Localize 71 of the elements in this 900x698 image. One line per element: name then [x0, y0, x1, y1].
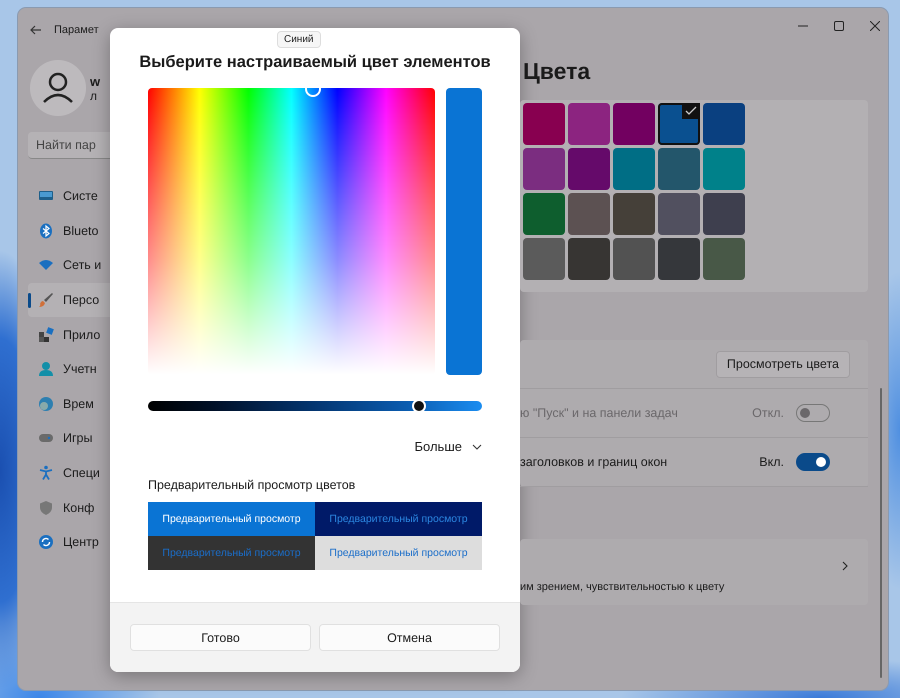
color-swatch[interactable] — [703, 148, 745, 190]
color-swatch[interactable] — [658, 193, 700, 235]
preview-tile: Предварительный просмотр — [315, 536, 482, 570]
sidebar-item[interactable]: Сеть и — [28, 248, 110, 283]
color-swatch[interactable] — [613, 148, 655, 190]
preview-tile: Предварительный просмотр — [315, 502, 482, 536]
color-swatch[interactable] — [568, 103, 610, 145]
sidebar-item[interactable]: Персо — [28, 282, 110, 318]
sidebar-item[interactable]: Прило — [28, 317, 110, 352]
color-swatch[interactable] — [613, 238, 655, 280]
preview-tile: Предварительный просмотр — [148, 536, 315, 570]
setting-label: ю "Пуск" и на панели задач — [520, 406, 679, 420]
close-icon[interactable] — [870, 21, 880, 31]
window-title: Парамет — [54, 24, 99, 36]
color-swatch[interactable] — [703, 238, 745, 280]
color-swatch[interactable] — [568, 238, 610, 280]
maximize-icon[interactable] — [834, 21, 844, 31]
chevron-down-icon — [472, 444, 482, 450]
toggle-state: Откл. — [752, 406, 784, 420]
link-card-text: им зрением, чувствительностью к цвету — [520, 581, 724, 593]
preview-tile: Предварительный просмотр — [148, 502, 315, 536]
dialog-title: Выберите настраиваемый цвет элементов — [138, 52, 492, 72]
brush-icon — [38, 292, 54, 308]
setting-label: заголовков и границ окон — [520, 455, 668, 469]
view-colors-button[interactable]: Просмотреть цвета — [716, 350, 850, 378]
globe-icon — [38, 396, 54, 412]
search-field[interactable]: Найти пар — [28, 132, 110, 159]
more-button[interactable]: Больше — [414, 437, 482, 456]
color-swatch[interactable] — [658, 148, 700, 190]
color-swatch[interactable] — [523, 103, 565, 145]
account-name: w — [90, 74, 100, 88]
sidebar-item[interactable]: Врем — [28, 386, 110, 422]
checkmark-icon — [682, 103, 700, 119]
bluetooth-icon — [38, 222, 54, 239]
preview-label: Предварительный просмотр цветов — [148, 478, 356, 492]
account-email: л — [90, 88, 98, 102]
sidebar-item[interactable]: Игры — [28, 421, 110, 456]
page-heading: Цвета — [522, 58, 592, 86]
accessibility-icon — [38, 465, 54, 482]
sidebar-item[interactable]: Blueto — [28, 214, 110, 248]
apps-icon — [38, 326, 54, 343]
color-swatch[interactable] — [703, 103, 745, 145]
sidebar-item[interactable]: Систе — [28, 179, 110, 214]
toggle-switch[interactable] — [796, 453, 830, 471]
color-swatch[interactable] — [658, 103, 700, 145]
avatar-icon — [30, 60, 86, 116]
link-card[interactable]: им зрением, чувствительностью к цвету — [520, 539, 868, 605]
color-swatch[interactable] — [523, 238, 565, 280]
shield-icon — [38, 500, 54, 516]
sidebar-item[interactable]: Учетн — [28, 352, 110, 387]
brightness-slider[interactable] — [148, 401, 482, 411]
color-swatch[interactable] — [703, 193, 745, 235]
sync-icon — [38, 534, 54, 550]
color-swatch[interactable] — [568, 148, 610, 190]
scrollbar[interactable] — [880, 388, 882, 678]
color-swatch[interactable] — [523, 193, 565, 235]
toggle-state: Вкл. — [759, 455, 784, 469]
color-swatch[interactable] — [613, 103, 655, 145]
chevron-right-icon — [842, 561, 848, 571]
tooltip: Синий — [277, 31, 321, 48]
cancel-button[interactable]: Отмена — [319, 624, 500, 651]
sidebar-item[interactable]: Специ — [28, 456, 110, 490]
color-swatch[interactable] — [523, 148, 565, 190]
color-swatch[interactable] — [568, 193, 610, 235]
sidebar-item[interactable]: Центр — [28, 524, 110, 560]
back-arrow-icon[interactable] — [30, 25, 42, 35]
color-swatch[interactable] — [613, 193, 655, 235]
color-swatch[interactable] — [658, 238, 700, 280]
done-button[interactable]: Готово — [130, 624, 311, 651]
sidebar-item[interactable]: Конф — [28, 490, 110, 525]
person-icon — [38, 361, 54, 378]
